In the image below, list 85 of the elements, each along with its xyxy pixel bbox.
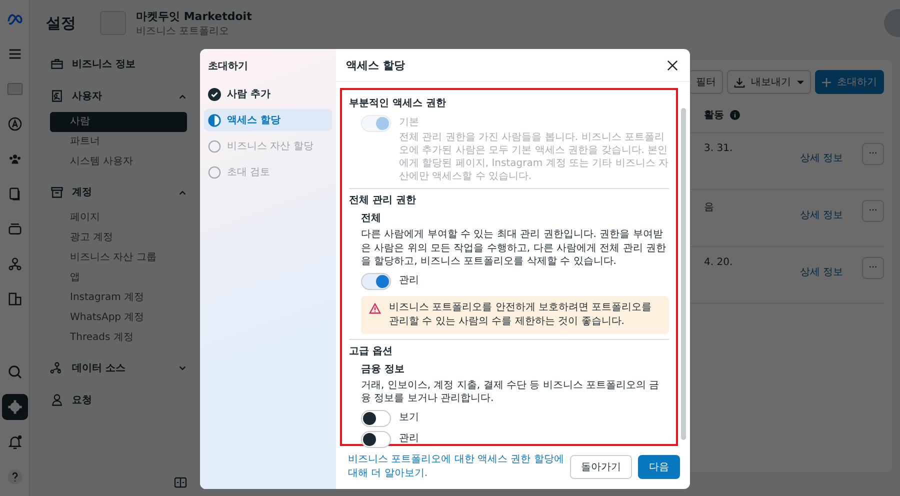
- nav-item[interactable]: Instagram 계정: [50, 288, 187, 308]
- pages-icon[interactable]: [6, 186, 22, 202]
- details-link[interactable]: 상세 정보: [800, 265, 862, 279]
- empty-circle-icon: [208, 140, 221, 152]
- rail-button[interactable]: [2, 394, 28, 420]
- option-description: 전체 관리 권한을 가진 사람들을 봅니다. 비즈니스 포트폴리오에 추가된 사람은 모두 기본 액세스 권한을 갖습니다. 본인에게 할당된 페이지, Instagram 계정 또는 기타 비즈니스 자산에만 액세스할 수 있습니다.: [399, 131, 669, 183]
- nav-section-header[interactable]: 요청: [50, 388, 187, 412]
- nav-item[interactable]: 시스템 사용자: [50, 152, 187, 172]
- details-link[interactable]: 상세 정보: [800, 151, 862, 165]
- settings-icon[interactable]: [6, 399, 22, 415]
- portfolio-name: 마켓두잇 Marketdoit: [136, 8, 253, 24]
- nav-icon: [50, 185, 64, 199]
- bell-icon[interactable]: [6, 434, 22, 450]
- check-circle-icon: [208, 88, 221, 100]
- back-button[interactable]: 돌아가기: [570, 454, 632, 478]
- portfolio-type: 비즈니스 포트폴리오: [136, 24, 230, 38]
- info-icon: [730, 110, 740, 120]
- toggle-label: 보기: [399, 410, 419, 424]
- nav-icon: [50, 57, 64, 71]
- toggle-label: 관리: [399, 432, 419, 446]
- learn-more-link[interactable]: 비즈니스 포트폴리오에 대한 액세스 권한 할당에 대해 더 알아보기.: [348, 453, 564, 480]
- section-title: 부분적인 액세스 권한: [349, 97, 447, 110]
- export-button[interactable]: 내보내기: [727, 70, 811, 94]
- nav-item[interactable]: 앱: [50, 268, 187, 288]
- nav-item[interactable]: 광고 계정: [50, 228, 187, 248]
- nav-section-header[interactable]: 계정: [50, 180, 187, 204]
- window-icon[interactable]: [6, 81, 22, 97]
- caret-icon: [797, 78, 804, 86]
- logo-icon[interactable]: [6, 11, 22, 27]
- warning-icon: [369, 302, 381, 314]
- step-item[interactable]: 사람 추가: [204, 83, 332, 105]
- toggle-label: 기본: [399, 116, 420, 130]
- empty-circle-icon: [208, 166, 221, 178]
- step-item[interactable]: 초대 검토: [204, 161, 332, 183]
- warning-text: 비즈니스 포트폴리오를 안전하게 보호하려면 포트폴리오를 관리할 수 있는 사람의 수를 제한하는 것이 좋습니다.: [389, 300, 653, 328]
- network-icon[interactable]: [6, 256, 22, 272]
- next-button[interactable]: 다음: [638, 454, 680, 478]
- option-title: 금융 정보: [361, 362, 406, 376]
- close-icon[interactable]: [667, 60, 678, 71]
- table-cell-text: 4. 20.: [704, 257, 734, 268]
- nav-item[interactable]: 비즈니스 자산 그룹: [50, 248, 187, 268]
- circled-a-icon[interactable]: [6, 116, 22, 132]
- half-circle-icon: [208, 114, 221, 126]
- step-item[interactable]: 비즈니스 자산 할당: [204, 135, 332, 157]
- table-cell-text: 음: [704, 201, 715, 214]
- dialog-title: 액세스 할당: [346, 58, 405, 73]
- filter-button[interactable]: 필터: [689, 70, 723, 94]
- more-button[interactable]: ···: [862, 257, 884, 279]
- building-icon[interactable]: [6, 291, 22, 307]
- nav-icon: [50, 393, 64, 407]
- more-button[interactable]: ···: [862, 143, 884, 165]
- column-header: 활동: [704, 109, 724, 122]
- help-icon[interactable]: [6, 469, 22, 485]
- table-cell-text: 3. 31.: [704, 143, 734, 154]
- nav-item[interactable]: Threads 계정: [50, 328, 187, 348]
- collapse-panel-icon[interactable]: [174, 477, 187, 488]
- nav-section-header[interactable]: 데이터 소스: [50, 356, 187, 380]
- toggle-switch[interactable]: [361, 410, 391, 426]
- invite-button[interactable]: 초대하기: [815, 70, 884, 94]
- details-link[interactable]: 상세 정보: [800, 208, 862, 222]
- toggle-switch[interactable]: [361, 272, 391, 290]
- toggle-switch[interactable]: [361, 430, 391, 448]
- nav-item[interactable]: 페이지: [50, 208, 187, 228]
- nav-item[interactable]: 파트너: [50, 132, 187, 152]
- scrollbar[interactable]: [681, 108, 686, 440]
- nav-section-header[interactable]: 사용자: [50, 84, 187, 108]
- step-item[interactable]: 액세스 할당: [204, 109, 332, 131]
- search-icon[interactable]: [6, 364, 22, 380]
- nav-section-header[interactable]: 비즈니스 정보: [50, 52, 187, 76]
- section-title: 고급 옵션: [349, 344, 394, 358]
- nav-icon: [50, 89, 64, 103]
- download-icon: [734, 76, 745, 88]
- stack-icon[interactable]: [6, 221, 22, 237]
- dialog-sidebar-title: 초대하기: [207, 60, 249, 74]
- nav-item[interactable]: WhatsApp 계정: [50, 308, 187, 328]
- nav-icon: [50, 361, 64, 375]
- option-description: 거래, 인보이스, 계정 지출, 결제 수단 등 비즈니스 포트폴리오의 금융 정보를 보거나 관리합니다.: [361, 378, 660, 406]
- nav-item[interactable]: 사람: [50, 112, 187, 132]
- section-title: 전체 관리 권한: [349, 194, 417, 207]
- toggle-label: 관리: [399, 274, 419, 288]
- option-title: 전체: [361, 212, 382, 225]
- option-description: 다른 사람에게 부여할 수 있는 최대 관리 권한입니다. 권한을 부여받은 사람은 위의 모든 작업을 수행하고, 다른 사람에게 전체 관리 권한을 할당하고, 비즈니스 포트폴리오를 삭제할 수 있습니다.: [361, 228, 667, 268]
- more-button[interactable]: ···: [862, 200, 884, 222]
- plus-icon: [822, 78, 831, 86]
- page-title: 설정: [46, 14, 76, 32]
